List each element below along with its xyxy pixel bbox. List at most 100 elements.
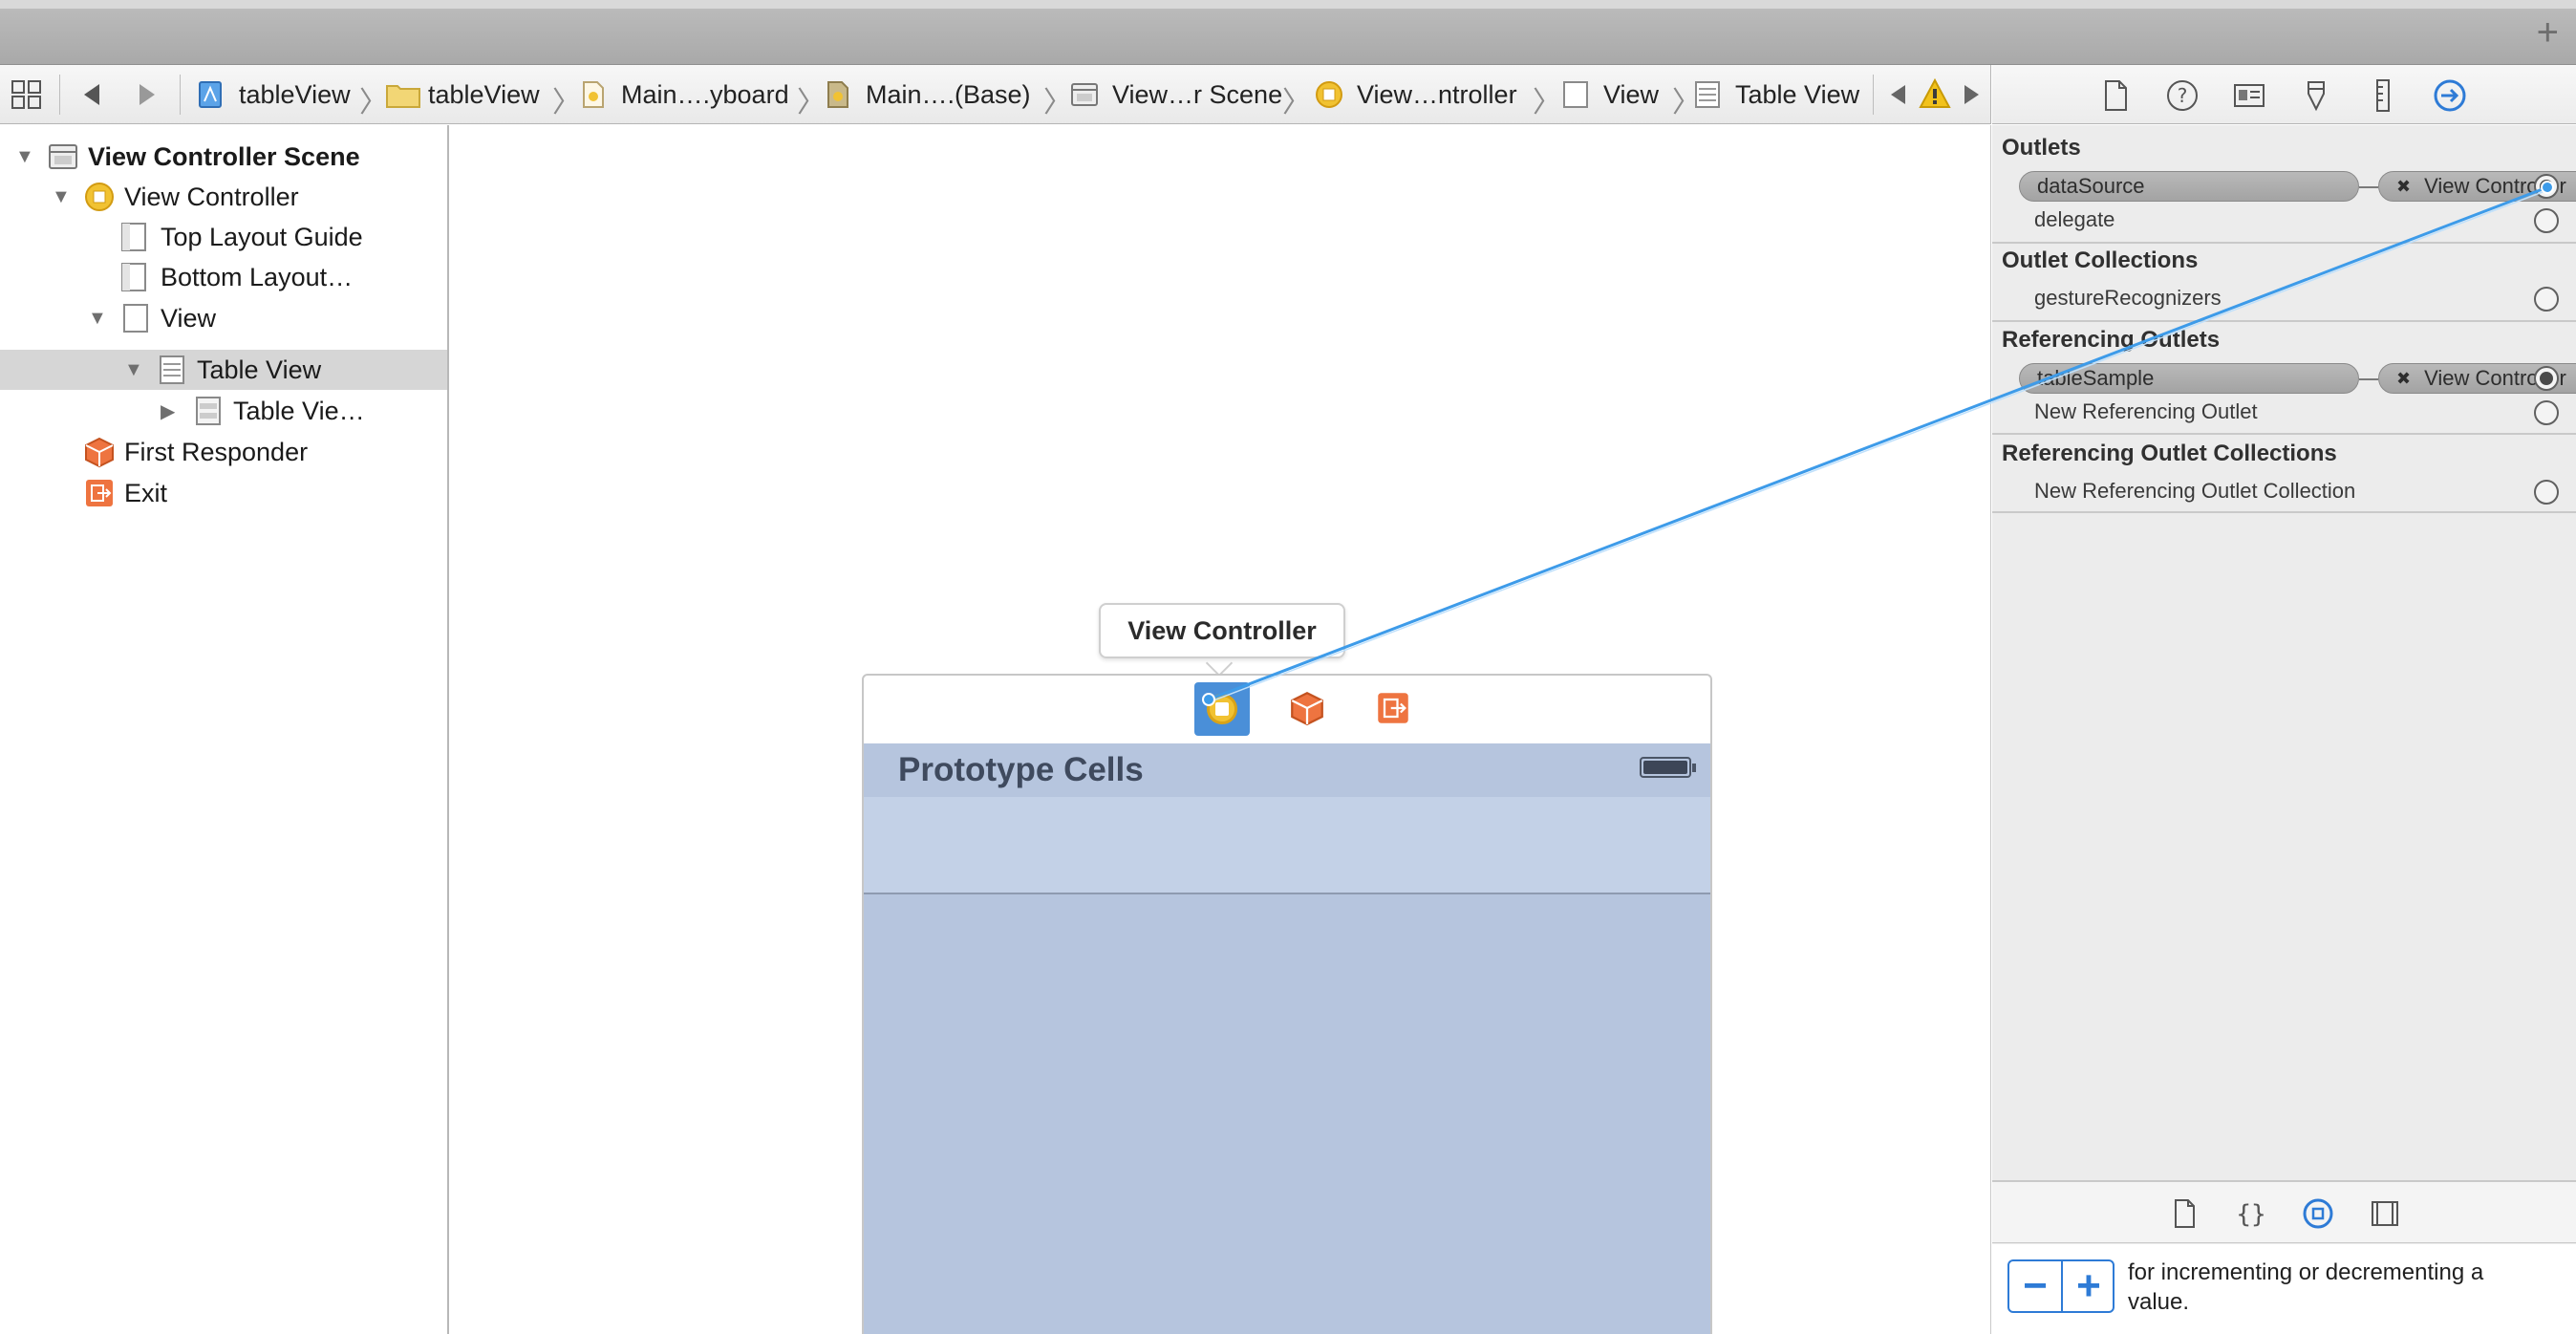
disclosure-closed-icon[interactable]: ▶ bbox=[161, 399, 175, 423]
table-view-cell-icon bbox=[193, 396, 224, 426]
previous-issue-button[interactable] bbox=[1888, 82, 1907, 107]
connections-inspector: Outlets dataSource ✖ View Controller del… bbox=[1992, 125, 2576, 1334]
dock-view-controller-icon[interactable] bbox=[1194, 682, 1250, 736]
object-library-icon[interactable] bbox=[2302, 1197, 2334, 1230]
section-title-referencing-outlets: Referencing Outlets bbox=[2002, 327, 2221, 353]
window-title-strip: + bbox=[0, 0, 2576, 65]
inspector-selector-bar: ? bbox=[1992, 65, 2576, 124]
stepper-preview: − + bbox=[2007, 1259, 2114, 1313]
crumb-table-view[interactable]: Table View bbox=[1693, 65, 1859, 124]
outline-label: View Controller Scene bbox=[88, 141, 360, 171]
svg-text:?: ? bbox=[2178, 84, 2188, 107]
related-items-icon[interactable] bbox=[11, 80, 42, 109]
view-controller-tooltip: View Controller bbox=[1099, 603, 1345, 658]
outlet-delegate-circle[interactable] bbox=[2534, 208, 2559, 233]
table-header: Prototype Cells bbox=[864, 743, 1710, 797]
crumb-label: Main….(Base) bbox=[866, 79, 1031, 109]
crumb-project[interactable]: tableView bbox=[197, 65, 351, 124]
connections-inspector-icon[interactable] bbox=[2433, 78, 2467, 113]
section-title-referencing-outlet-collections: Referencing Outlet Collections bbox=[2002, 441, 2337, 466]
table-view-scene[interactable]: Prototype Cells bbox=[862, 743, 1712, 1334]
crumb-label: tableView bbox=[428, 79, 540, 109]
scene-dock bbox=[862, 674, 1712, 744]
disconnect-icon[interactable]: ✖ bbox=[2396, 369, 2411, 389]
back-button[interactable] bbox=[80, 80, 101, 109]
folder-icon bbox=[386, 80, 420, 109]
code-snippet-library-icon[interactable]: {} bbox=[2235, 1197, 2267, 1230]
section-title-outlet-collections: Outlet Collections bbox=[2002, 247, 2199, 273]
file-inspector-icon[interactable] bbox=[2098, 78, 2133, 113]
outline-item-table-view[interactable]: ▼ Table View bbox=[0, 350, 447, 390]
crumb-label: View…ntroller bbox=[1357, 79, 1517, 109]
crumb-label: Table View bbox=[1735, 79, 1860, 109]
media-library-icon[interactable] bbox=[2369, 1197, 2401, 1230]
svg-text:{}: {} bbox=[2236, 1200, 2265, 1229]
view-icon bbox=[120, 303, 151, 334]
next-issue-button[interactable] bbox=[1963, 82, 1982, 107]
view-controller-icon bbox=[84, 182, 115, 212]
identity-inspector-icon[interactable] bbox=[2232, 78, 2266, 113]
referencing-outlet-tablesample-circle[interactable] bbox=[2534, 366, 2559, 391]
scene-icon bbox=[1070, 80, 1099, 109]
crumb-view-controller[interactable]: View…ntroller bbox=[1315, 65, 1517, 124]
library-item-stepper[interactable]: − + for incrementing or decrementing a v… bbox=[1992, 1244, 2576, 1334]
outlet-datasource-circle[interactable] bbox=[2534, 174, 2559, 199]
new-referencing-outlet-collection-label: New Referencing Outlet Collection bbox=[2034, 479, 2356, 503]
outline-label: Table View bbox=[197, 355, 322, 384]
outlet-gesture-recognizers-label: gestureRecognizers bbox=[2034, 286, 2222, 310]
crumb-label: View…r Scene bbox=[1112, 79, 1283, 109]
exit-icon bbox=[84, 478, 115, 508]
dock-first-responder-icon[interactable] bbox=[1290, 691, 1324, 725]
storyboard-icon bbox=[579, 80, 608, 109]
outline-item-view[interactable]: ▼ View bbox=[0, 298, 447, 338]
outline-item-view-controller[interactable]: ▼ View Controller bbox=[0, 177, 447, 217]
outlet-delegate-label: delegate bbox=[2034, 207, 2115, 231]
outline-label: Table Vie… bbox=[233, 396, 365, 425]
disclosure-open-icon[interactable]: ▼ bbox=[124, 359, 143, 381]
warning-icon[interactable] bbox=[1919, 78, 1951, 109]
layout-guide-icon bbox=[118, 262, 149, 292]
crumb-storyboard-base[interactable]: Main….(Base) bbox=[824, 65, 1031, 124]
battery-icon bbox=[1640, 757, 1696, 778]
attributes-inspector-icon[interactable] bbox=[2299, 78, 2333, 113]
outline-item-bottom-layout-guide[interactable]: Bottom Layout… bbox=[0, 257, 447, 297]
stepper-minus: − bbox=[2023, 1262, 2048, 1309]
outline-item-exit[interactable]: Exit bbox=[0, 473, 447, 513]
table-view-icon bbox=[157, 355, 187, 385]
jump-bar: tableView 〉 tableView 〉 Main….yboard 〉 M… bbox=[0, 65, 1991, 124]
project-icon bbox=[197, 80, 225, 109]
new-referencing-outlet-collection-circle[interactable] bbox=[2534, 480, 2559, 505]
disclosure-open-icon[interactable]: ▼ bbox=[15, 146, 34, 168]
forward-button[interactable] bbox=[138, 80, 159, 109]
outline-item-top-layout-guide[interactable]: Top Layout Guide bbox=[0, 217, 447, 257]
outlet-gesture-recognizers-circle[interactable] bbox=[2534, 287, 2559, 312]
outlet-name: tableSample bbox=[2037, 366, 2155, 390]
outline-label: Exit bbox=[124, 478, 168, 507]
add-tab-button[interactable]: + bbox=[2537, 13, 2559, 52]
outline-label: Bottom Layout… bbox=[161, 262, 354, 291]
library-item-description: for incrementing or decrementing a value… bbox=[2128, 1259, 2484, 1315]
view-icon bbox=[1561, 80, 1590, 109]
outlet-datasource-pill[interactable]: dataSource bbox=[2019, 171, 2359, 202]
referencing-outlet-tablesample-pill[interactable]: tableSample bbox=[2019, 363, 2359, 394]
xcode-window: + tableView 〉 tableView 〉 Main….yboard 〉… bbox=[0, 0, 2576, 1334]
file-template-library-icon[interactable] bbox=[2168, 1197, 2200, 1230]
table-view-icon bbox=[1693, 80, 1722, 109]
new-referencing-outlet-circle[interactable] bbox=[2534, 400, 2559, 425]
disconnect-icon[interactable]: ✖ bbox=[2396, 177, 2411, 197]
disclosure-open-icon[interactable]: ▼ bbox=[88, 308, 107, 330]
crumb-storyboard[interactable]: Main….yboard bbox=[579, 65, 789, 124]
crumb-scene[interactable]: View…r Scene bbox=[1070, 65, 1282, 124]
crumb-view[interactable]: View bbox=[1561, 65, 1659, 124]
crumb-group[interactable]: tableView bbox=[386, 65, 540, 124]
outline-item-table-view-cell[interactable]: ▶ Table Vie… bbox=[0, 391, 447, 431]
dock-exit-icon[interactable] bbox=[1376, 691, 1410, 725]
quick-help-icon[interactable]: ? bbox=[2165, 78, 2200, 113]
size-inspector-icon[interactable] bbox=[2366, 78, 2400, 113]
prototype-cell[interactable] bbox=[864, 797, 1710, 894]
crumb-label: tableView bbox=[239, 79, 351, 109]
disclosure-open-icon[interactable]: ▼ bbox=[52, 186, 71, 208]
library-selector-bar: {} bbox=[1992, 1180, 2576, 1243]
outline-item-first-responder[interactable]: First Responder bbox=[0, 432, 447, 472]
outline-item-scene[interactable]: ▼ View Controller Scene bbox=[0, 137, 447, 177]
